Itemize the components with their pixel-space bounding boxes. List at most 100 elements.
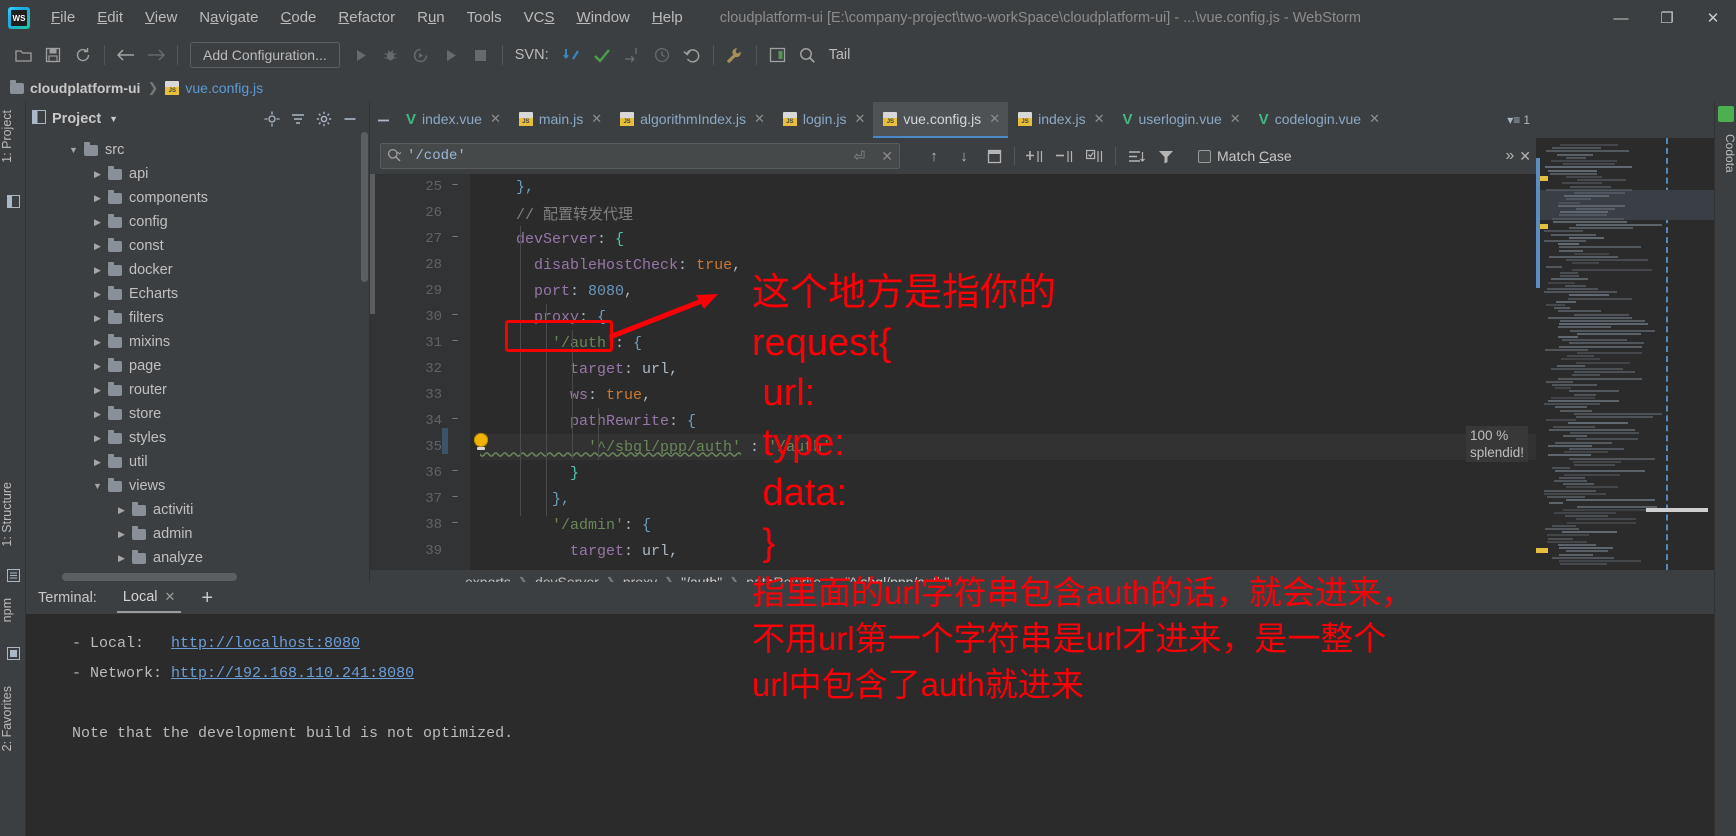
breadcrumb-file[interactable]: vue.config.js <box>185 80 263 96</box>
editor-tab-index-js[interactable]: index.js ✕ <box>1008 102 1112 138</box>
twisty-collapsed-icon[interactable]: ▶ <box>92 217 103 228</box>
code-line[interactable]: disableHostCheck: true, <box>480 252 1536 278</box>
tool-tab-favorites[interactable]: 2: Favorites <box>0 682 26 755</box>
close-tab-icon[interactable]: ✕ <box>754 111 765 127</box>
minimap-scroll-thumb[interactable] <box>1536 158 1540 288</box>
locate-file-icon[interactable] <box>259 107 285 131</box>
npm-panel-icon[interactable] <box>0 642 26 664</box>
code-line[interactable]: target: url, <box>480 356 1536 382</box>
collapse-all-icon[interactable] <box>285 107 311 131</box>
tree-item-views[interactable]: ▼ views <box>26 474 369 498</box>
twisty-expanded-icon[interactable]: ▼ <box>68 145 79 156</box>
editor-tab-vue-config-js[interactable]: vue.config.js ✕ <box>873 102 1009 138</box>
svn-shelve-icon[interactable] <box>617 41 647 69</box>
clear-search-icon[interactable]: ✕ <box>881 148 893 165</box>
twisty-collapsed-icon[interactable]: ▶ <box>92 193 103 204</box>
select-all-occurrences-icon[interactable] <box>1081 143 1109 169</box>
svn-update-icon[interactable] <box>557 41 587 69</box>
menu-item-tools[interactable]: Tools <box>456 0 513 36</box>
twisty-collapsed-icon[interactable]: ▶ <box>92 457 103 468</box>
code-line[interactable]: '/auth': { <box>480 330 1536 356</box>
tree-item-analyze[interactable]: ▶ analyze <box>26 546 369 570</box>
code-editor[interactable]: }, // 配置转发代理 devServer: { disableHostChe… <box>370 174 1536 570</box>
tree-item-styles[interactable]: ▶ styles <box>26 426 369 450</box>
search-input[interactable]: '/code' ⏎ ✕ <box>380 143 900 169</box>
codota-icon[interactable] <box>1718 106 1734 122</box>
code-line[interactable]: }, <box>480 486 1536 512</box>
tree-item-components[interactable]: ▶ components <box>26 186 369 210</box>
twisty-collapsed-icon[interactable]: ▶ <box>116 553 127 564</box>
save-all-icon[interactable] <box>38 41 68 69</box>
tree-item-src[interactable]: ▼ src <box>26 138 369 162</box>
revert-icon[interactable] <box>677 41 707 69</box>
editor-tab-index-vue[interactable]: Vindex.vue ✕ <box>396 102 509 138</box>
twisty-collapsed-icon[interactable]: ▶ <box>92 385 103 396</box>
intention-bulb-icon[interactable] <box>474 433 488 450</box>
tree-item-activiti[interactable]: ▶ activiti <box>26 498 369 522</box>
add-configuration-button[interactable]: Add Configuration... <box>190 42 340 68</box>
code-line[interactable]: port: 8080, <box>480 278 1536 304</box>
match-case-option[interactable]: Match Case <box>1198 148 1292 164</box>
search-history-icon[interactable]: ⏎ <box>854 148 866 165</box>
tree-item-filters[interactable]: ▶ filters <box>26 306 369 330</box>
menu-item-vcs[interactable]: VCS <box>513 0 566 36</box>
tree-vertical-scrollbar[interactable] <box>361 132 368 282</box>
close-tab-icon[interactable]: ✕ <box>989 111 1000 127</box>
more-options-icon[interactable]: » <box>1505 147 1514 165</box>
remove-occurrence-icon[interactable] <box>1051 143 1079 169</box>
close-tab-icon[interactable]: ✕ <box>1230 111 1241 127</box>
twisty-collapsed-icon[interactable]: ▶ <box>92 433 103 444</box>
twisty-collapsed-icon[interactable]: ▶ <box>116 505 127 516</box>
code-fold-icon[interactable]: − <box>448 231 462 243</box>
project-tree[interactable]: ▼ src ▶ api ▶ components ▶ config ▶ const ▶ docker ▶… <box>26 136 369 582</box>
run-coverage-icon[interactable] <box>406 41 436 69</box>
history-clock-icon[interactable] <box>647 41 677 69</box>
close-tab-icon[interactable]: ✕ <box>490 111 501 127</box>
stop-icon[interactable] <box>466 41 496 69</box>
twisty-collapsed-icon[interactable]: ▶ <box>92 289 103 300</box>
terminal-link[interactable]: http://localhost:8080 <box>171 635 360 652</box>
code-fold-icon[interactable]: − <box>448 517 462 529</box>
tree-horizontal-scrollbar[interactable] <box>62 573 237 581</box>
editor-tab-codelogin-vue[interactable]: Vcodelogin.vue ✕ <box>1249 102 1388 138</box>
wrench-settings-icon[interactable] <box>720 41 750 69</box>
tool-tab-structure[interactable]: 1: Structure <box>0 478 26 551</box>
filter-lines-icon[interactable] <box>1122 143 1150 169</box>
new-terminal-tab-icon[interactable]: + <box>201 587 213 610</box>
hide-panel-icon[interactable] <box>337 107 363 131</box>
close-tab-icon[interactable]: ✕ <box>854 111 865 127</box>
menu-item-file[interactable]: File <box>40 0 86 36</box>
code-line[interactable]: // 配置转发代理 <box>480 200 1536 226</box>
close-terminal-tab-icon[interactable]: ✕ <box>165 589 176 605</box>
twisty-collapsed-icon[interactable]: ▶ <box>92 313 103 324</box>
tree-item-config[interactable]: ▶ config <box>26 210 369 234</box>
code-fold-icon[interactable]: − <box>448 179 462 191</box>
menu-item-code[interactable]: Code <box>270 0 328 36</box>
code-line[interactable]: proxy: { <box>480 304 1536 330</box>
code-line[interactable]: devServer: { <box>480 226 1536 252</box>
tree-item-const[interactable]: ▶ const <box>26 234 369 258</box>
editor-tab-userlogin-vue[interactable]: Vuserlogin.vue ✕ <box>1112 102 1248 138</box>
tree-item-util[interactable]: ▶ util <box>26 450 369 474</box>
code-line[interactable]: target: url, <box>480 538 1536 564</box>
terminal-output[interactable]: - Local: http://localhost:8080 - Network… <box>26 614 1714 836</box>
menu-item-refactor[interactable]: Refactor <box>327 0 406 36</box>
minimap-warning-marker-3[interactable] <box>1536 548 1548 553</box>
tab-list-icon[interactable]: ▾≡ <box>1507 113 1520 127</box>
code-line[interactable]: '^/sbgl/ppp/auth' : '/auth' <box>480 434 1536 460</box>
forward-arrow-icon[interactable] <box>141 41 171 69</box>
open-folder-icon[interactable] <box>8 41 38 69</box>
code-fold-icon[interactable]: − <box>448 465 462 477</box>
code-line[interactable]: pathRewrite: { <box>480 408 1536 434</box>
menu-item-navigate[interactable]: Navigate <box>188 0 269 36</box>
sync-icon[interactable] <box>68 41 98 69</box>
breadcrumb-project[interactable]: cloudplatform-ui <box>30 80 140 96</box>
twisty-collapsed-icon[interactable]: ▶ <box>92 169 103 180</box>
close-tab-icon[interactable]: ✕ <box>1094 111 1105 127</box>
structure-panel-icon[interactable] <box>0 564 26 586</box>
code-fold-icon[interactable]: − <box>448 413 462 425</box>
close-button[interactable]: ✕ <box>1690 0 1736 36</box>
code-fold-icon[interactable]: − <box>448 491 462 503</box>
twisty-collapsed-icon[interactable]: ▶ <box>92 241 103 252</box>
tree-item-api[interactable]: ▶ api <box>26 162 369 186</box>
